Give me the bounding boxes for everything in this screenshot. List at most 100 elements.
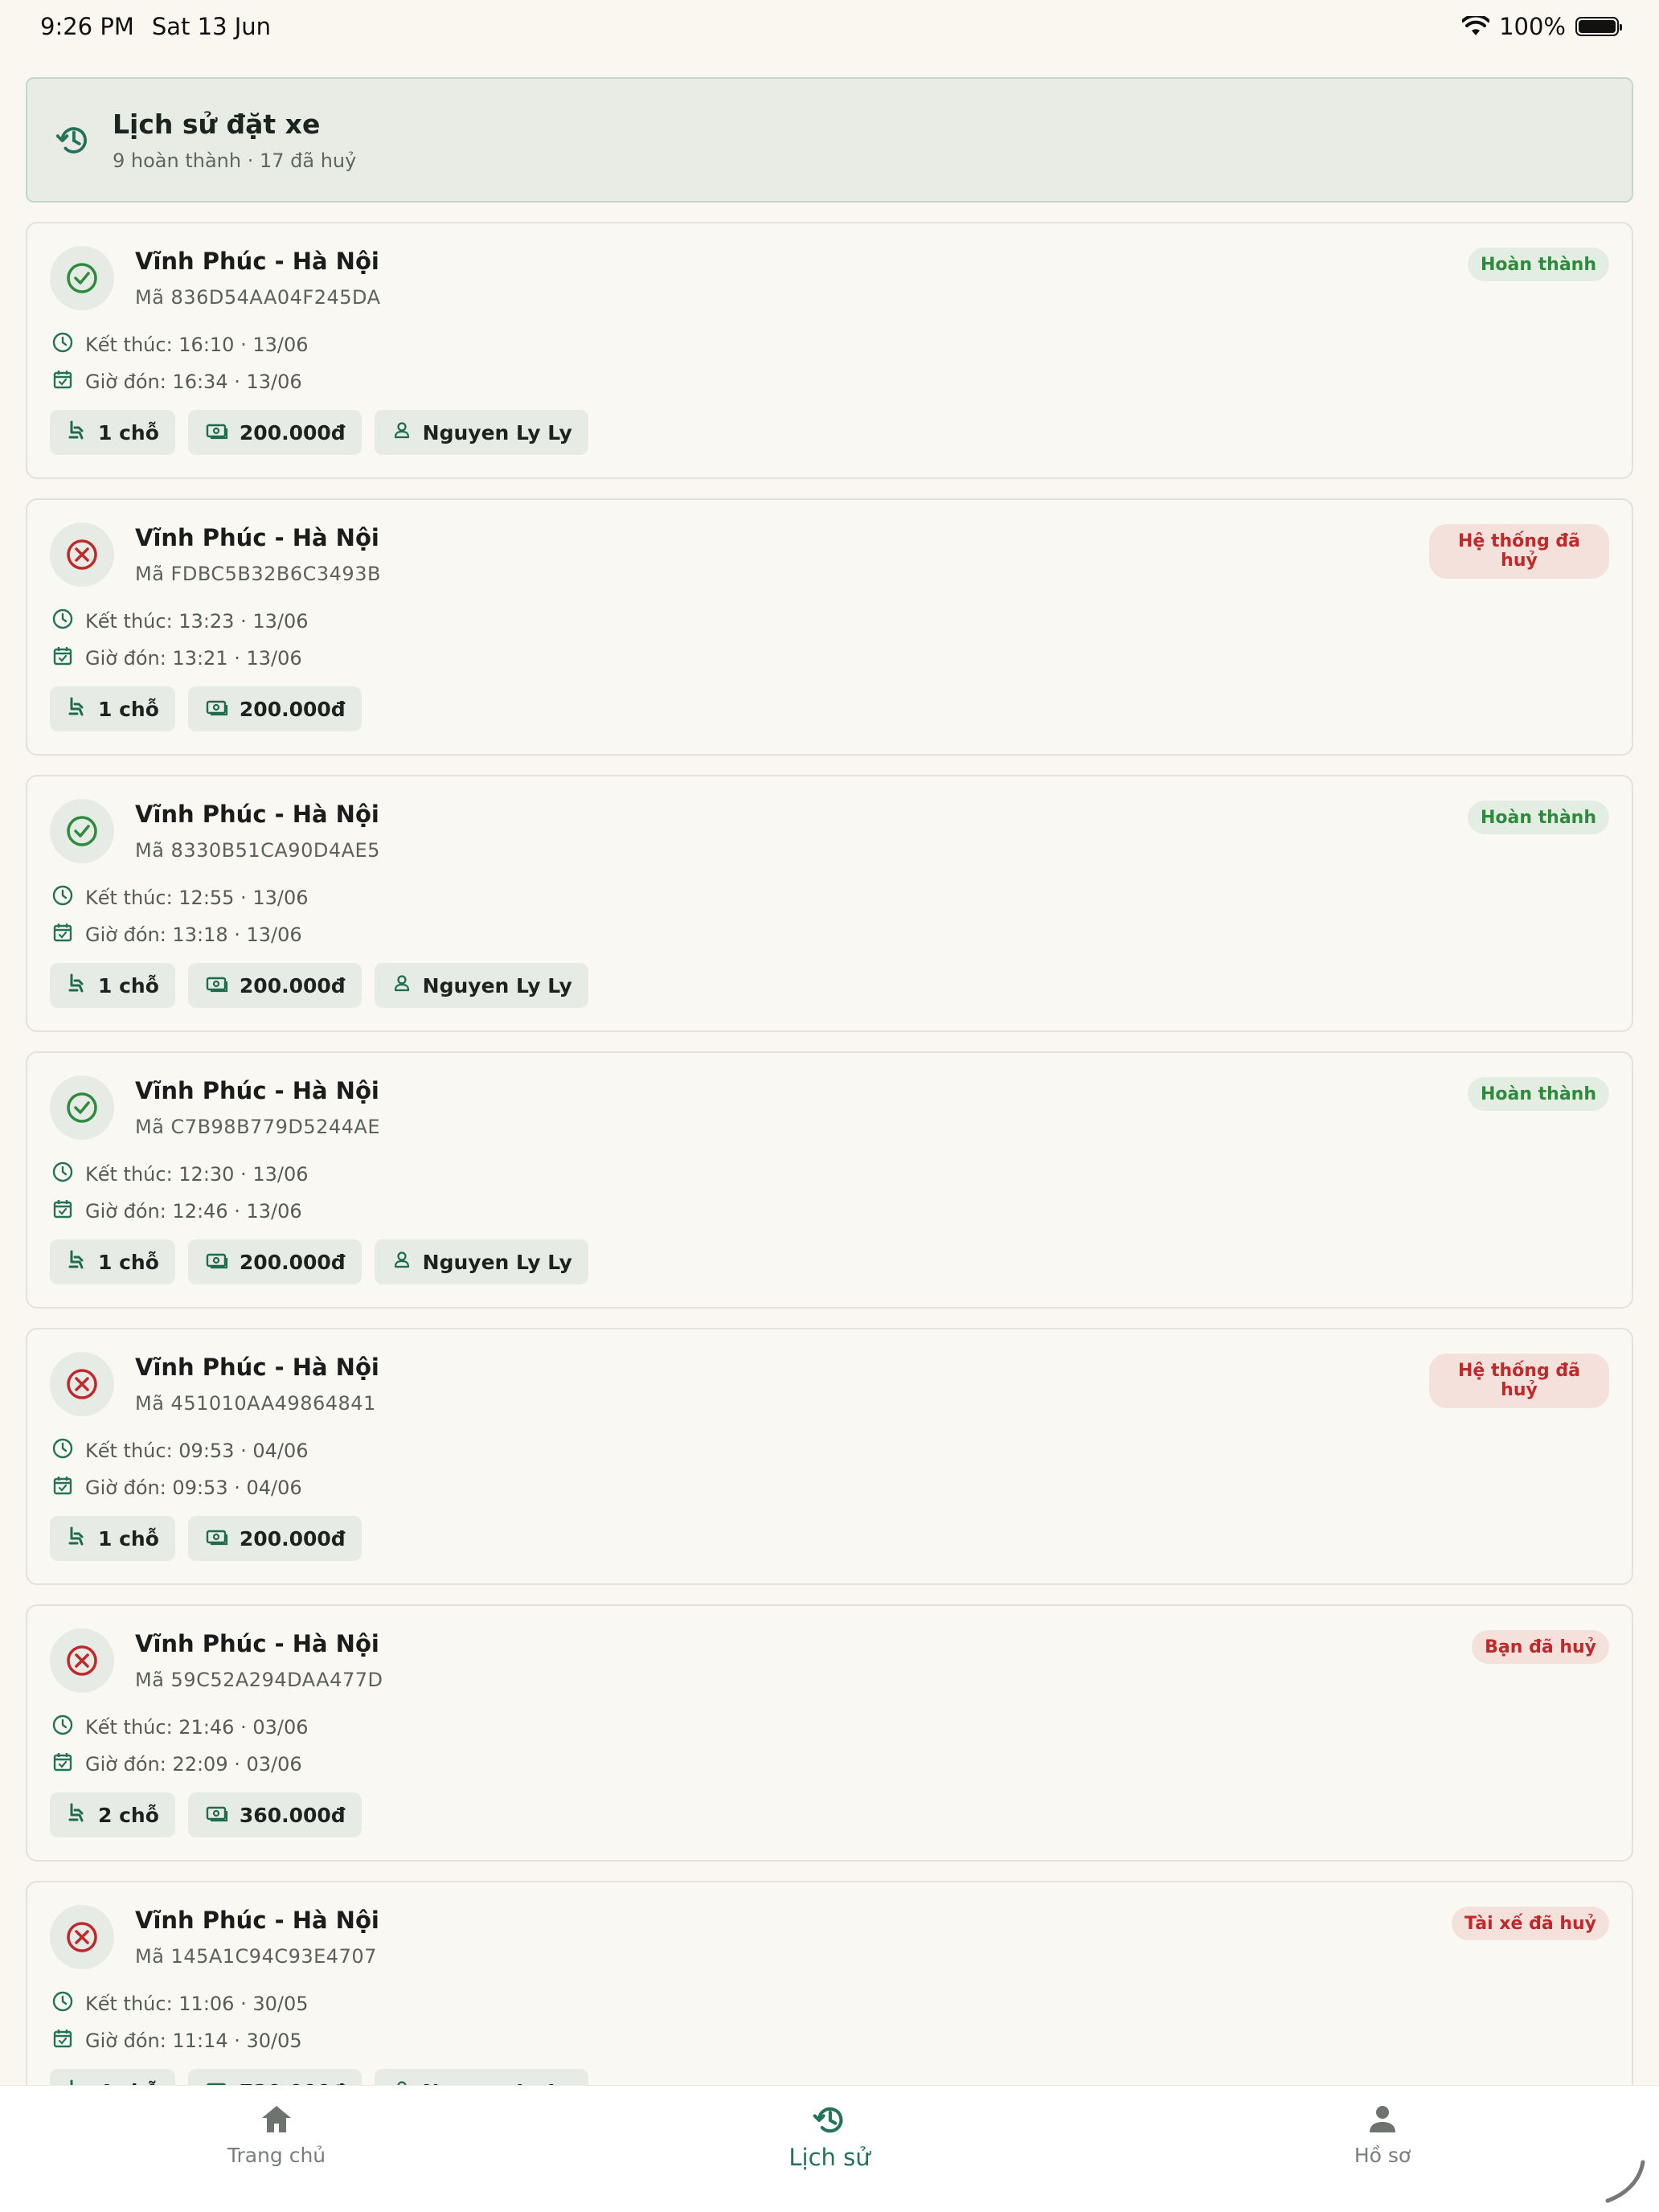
clock-icon (51, 884, 74, 911)
cancelled-status-icon (50, 1628, 114, 1693)
booking-code: Mã 145A1C94C93E4707 (135, 1945, 377, 1968)
pickup-time: Giờ đón: 12:46 · 13/06 (85, 1200, 302, 1223)
driver-name: Nguyen Ly Ly (422, 420, 572, 444)
status-badge: Bạn đã huỷ (1472, 1630, 1609, 1664)
trip-card[interactable]: Vĩnh Phúc - Hà Nội Mã 8330B51CA90D4AE5 K… (26, 775, 1633, 1032)
pickup-time-row: Giờ đón: 16:34 · 13/06 (51, 368, 302, 395)
status-date: Sat 13 Jun (151, 13, 272, 40)
seats-count: 1 chỗ (98, 973, 159, 997)
pickup-time-row: Giờ đón: 22:09 · 03/06 (51, 1751, 302, 1778)
money-icon (206, 1251, 228, 1274)
seat-icon (68, 2079, 87, 2085)
seats-chip: 1 chỗ (50, 1516, 175, 1561)
driver-chip: Nguyen Ly Ly (374, 963, 588, 1008)
calendar-icon (51, 1751, 74, 1778)
trip-card[interactable]: Vĩnh Phúc - Hà Nội Mã 836D54AA04F245DA K… (26, 222, 1633, 479)
history-icon (813, 2107, 843, 2133)
price-value: 200.000đ (239, 973, 346, 997)
seat-icon (68, 1249, 87, 1275)
clock-icon (51, 1161, 74, 1188)
route-title: Vĩnh Phúc - Hà Nội (135, 524, 379, 551)
tab-home[interactable]: Trang chủ (156, 2102, 397, 2167)
seat-icon (68, 420, 87, 445)
trip-card[interactable]: Vĩnh Phúc - Hà Nội Mã 59C52A294DAA477D K… (26, 1604, 1633, 1862)
pickup-time: Giờ đón: 11:14 · 30/05 (85, 2030, 302, 2052)
booking-code: Mã 8330B51CA90D4AE5 (135, 839, 380, 862)
battery-percent: 100% (1499, 13, 1566, 40)
seats-chip: 1 chỗ (50, 963, 175, 1008)
route-title: Vĩnh Phúc - Hà Nội (135, 248, 379, 275)
history-icon (55, 127, 88, 154)
clock-icon (51, 608, 74, 635)
calendar-icon (51, 2027, 74, 2054)
status-badge: Hoàn thành (1467, 1077, 1609, 1111)
tab-history[interactable]: Lịch sử (709, 2102, 950, 2171)
clock-icon (51, 331, 74, 358)
calendar-icon (51, 921, 74, 948)
history-header: Lịch sử đặt xe 9 hoàn thành · 17 đã huỷ (26, 77, 1633, 203)
completed-status-icon (50, 799, 114, 863)
pickup-time: Giờ đón: 09:53 · 04/06 (85, 1477, 302, 1499)
trip-chips: 1 chỗ 200.000đ Nguyen Ly Ly (50, 1239, 588, 1284)
booking-code: Mã 836D54AA04F245DA (135, 286, 381, 309)
price-chip: 360.000đ (187, 1792, 362, 1837)
seats-count: 2 chỗ (98, 1803, 159, 1827)
money-icon (206, 1527, 228, 1550)
completed-status-icon (50, 1075, 114, 1140)
money-icon (206, 421, 228, 444)
booking-code: Mã 59C52A294DAA477D (135, 1669, 383, 1691)
status-time: 9:26 PM (40, 13, 134, 40)
price-value: 200.000đ (239, 697, 346, 721)
battery-icon (1575, 17, 1622, 36)
page-title: Lịch sử đặt xe (113, 108, 321, 140)
pickup-time: Giờ đón: 13:21 · 13/06 (85, 647, 302, 670)
trip-card[interactable]: Vĩnh Phúc - Hà Nội Mã FDBC5B32B6C3493B K… (26, 498, 1633, 756)
tab-profile[interactable]: Hồ sơ (1262, 2102, 1503, 2167)
seats-chip: 1 chỗ (50, 1239, 175, 1284)
route-title: Vĩnh Phúc - Hà Nội (135, 1077, 379, 1104)
clock-icon (51, 1714, 74, 1741)
trip-chips: 1 chỗ 200.000đ (50, 1516, 362, 1561)
history-list[interactable]: Lịch sử đặt xe 9 hoàn thành · 17 đã huỷ … (26, 77, 1633, 2085)
pickup-time-row: Giờ đón: 11:14 · 30/05 (51, 2027, 302, 2054)
seats-count: 1 chỗ (98, 1526, 159, 1550)
driver-name: Nguyen Ly Ly (422, 1250, 572, 1274)
end-time: Kết thúc: 11:06 · 30/05 (85, 1993, 309, 2015)
status-badge: Tài xế đã huỷ (1452, 1907, 1609, 1940)
price-chip: 200.000đ (187, 686, 362, 731)
money-icon (206, 974, 228, 997)
person-icon (1370, 2106, 1395, 2132)
tab-history-label: Lịch sử (789, 2144, 870, 2171)
route-title: Vĩnh Phúc - Hà Nội (135, 801, 379, 828)
calendar-icon (51, 368, 74, 395)
price-value: 200.000đ (239, 420, 346, 444)
price-value: 360.000đ (239, 1803, 346, 1827)
pickup-time-row: Giờ đón: 13:18 · 13/06 (51, 921, 302, 948)
price-chip: 200.000đ (187, 1516, 362, 1561)
trip-card[interactable]: Vĩnh Phúc - Hà Nội Mã 451010AA49864841 K… (26, 1328, 1633, 1585)
trip-card[interactable]: Vĩnh Phúc - Hà Nội Mã C7B98B779D5244AE K… (26, 1051, 1633, 1309)
pickup-time: Giờ đón: 22:09 · 03/06 (85, 1753, 302, 1776)
completed-status-icon (50, 246, 114, 310)
clock-icon (51, 1437, 74, 1464)
seat-icon (68, 696, 87, 722)
end-time-row: Kết thúc: 09:53 · 04/06 (51, 1437, 309, 1464)
status-badge: Hệ thống đã huỷ (1429, 1354, 1609, 1408)
seats-count: 1 chỗ (98, 420, 159, 444)
price-chip: 200.000đ (187, 410, 362, 455)
trip-chips: 1 chỗ 200.000đ Nguyen Ly Ly (50, 963, 588, 1008)
person-icon (392, 1250, 412, 1274)
booking-code: Mã C7B98B779D5244AE (135, 1116, 380, 1138)
price-chip: 200.000đ (187, 1239, 362, 1284)
driver-chip: Nguyen Ly Ly (374, 2069, 588, 2085)
price-value: 200.000đ (239, 1526, 346, 1550)
person-icon (392, 973, 412, 997)
trip-chips: 4 chỗ 720.000đ Nguyen Ly Ly (50, 2069, 588, 2085)
money-icon (206, 698, 228, 721)
status-badge: Hệ thống đã huỷ (1429, 524, 1609, 579)
seats-chip: 1 chỗ (50, 686, 175, 731)
trip-card[interactable]: Vĩnh Phúc - Hà Nội Mã 145A1C94C93E4707 K… (26, 1881, 1633, 2085)
booking-code: Mã FDBC5B32B6C3493B (135, 563, 381, 585)
wifi-icon (1462, 16, 1490, 35)
end-time: Kết thúc: 12:30 · 13/06 (85, 1163, 309, 1186)
